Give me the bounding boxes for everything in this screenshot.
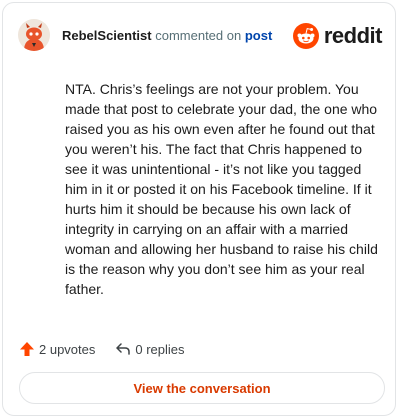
snoo-avatar-icon: [18, 19, 50, 51]
post-link[interactable]: post: [245, 28, 272, 43]
comment-header: RebelScientist commented on post: [18, 19, 272, 51]
comment-body: NTA. Chris’s feelings are not your probl…: [65, 81, 378, 297]
username-link[interactable]: RebelScientist: [62, 28, 152, 43]
upvote-arrow-icon: [20, 342, 34, 356]
avatar[interactable]: [18, 19, 50, 51]
reply-arrow-icon: [116, 343, 131, 355]
action-text: commented on: [155, 27, 242, 43]
comment-card: RebelScientist commented on post reddit …: [2, 2, 396, 416]
replies-button[interactable]: 0 replies: [115, 341, 185, 357]
reddit-logo[interactable]: reddit: [292, 23, 383, 49]
reply-count: 0 replies: [135, 341, 185, 357]
upvote-button[interactable]: 2 upvotes: [19, 341, 95, 357]
reddit-wordmark: reddit: [323, 23, 383, 48]
comment-meta: RebelScientist commented on post: [62, 28, 272, 43]
comment-footer: 2 upvotes 0 replies: [19, 341, 185, 357]
reddit-snoo-icon: [292, 23, 319, 49]
upvote-count: 2 upvotes: [39, 341, 96, 357]
view-conversation-button[interactable]: View the conversation: [19, 372, 385, 404]
